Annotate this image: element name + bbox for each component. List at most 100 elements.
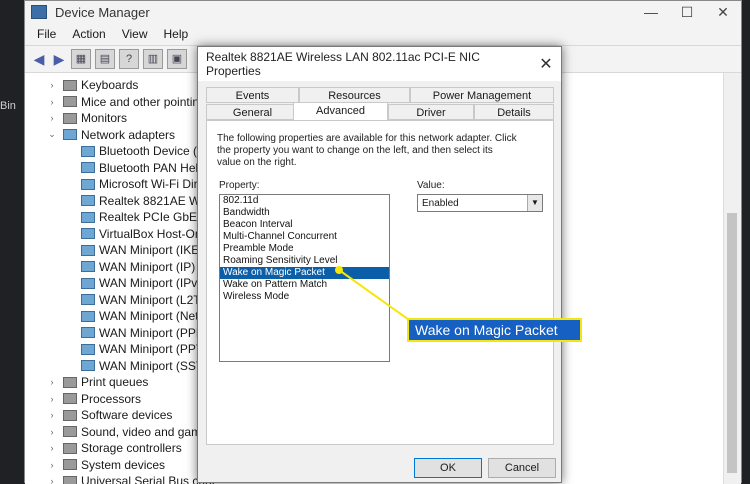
tree-item-label: WAN Miniport (Netw — [99, 309, 207, 323]
desktop-background: Bin — [0, 0, 24, 483]
chevron-right-icon[interactable]: › — [47, 394, 57, 404]
tree-device[interactable]: WAN Miniport (IPv6) — [81, 275, 208, 291]
chevron-right-icon[interactable]: › — [47, 113, 57, 123]
tree-item-label: Software devices — [81, 408, 172, 422]
tree-device[interactable]: WAN Miniport (SSTP — [81, 358, 211, 374]
tree-item-label: Sound, video and game — [81, 425, 208, 439]
tree-device[interactable]: WAN Miniport (IKEv — [81, 242, 205, 258]
tree-category[interactable]: ⌄Network adapters — [47, 127, 175, 143]
tree-item-label: WAN Miniport (SSTP — [99, 359, 211, 373]
property-item[interactable]: Bandwidth — [220, 207, 389, 219]
advanced-panel: The following properties are available f… — [206, 120, 554, 445]
forward-arrow-icon[interactable]: ▶ — [51, 51, 67, 68]
tree-item-label: Bluetooth PAN HelpT — [99, 161, 212, 175]
category-icon — [63, 129, 77, 140]
chevron-right-icon[interactable]: › — [47, 410, 57, 420]
dialog-title: Realtek 8821AE Wireless LAN 802.11ac PCI… — [206, 50, 531, 78]
chevron-down-icon[interactable]: ⌄ — [47, 129, 57, 140]
tree-device[interactable]: Microsoft Wi-Fi Dire — [81, 176, 204, 192]
tree-item-label: Processors — [81, 392, 141, 406]
tree-category[interactable]: › Processors — [47, 391, 141, 407]
chevron-right-icon[interactable]: › — [47, 427, 57, 437]
tree-device[interactable]: Bluetooth Device (RF — [81, 143, 213, 159]
tree-device[interactable]: WAN Miniport (Netw — [81, 308, 207, 324]
tree-device[interactable]: Bluetooth PAN HelpT — [81, 160, 212, 176]
chevron-down-icon[interactable]: ▼ — [527, 195, 542, 211]
property-item[interactable]: Preamble Mode — [220, 243, 389, 255]
menu-action[interactable]: Action — [64, 27, 113, 41]
show-hide-tree-icon[interactable]: ▦ — [71, 49, 91, 69]
menu-view[interactable]: View — [114, 27, 156, 41]
tree-category[interactable]: › Sound, video and game — [47, 424, 208, 440]
scrollbar-thumb[interactable] — [727, 213, 737, 473]
tree-category[interactable]: ›Keyboards — [47, 77, 138, 93]
property-item[interactable]: Wake on Magic Packet — [220, 267, 389, 279]
tree-item-label: WAN Miniport (PPPC — [99, 326, 213, 340]
dialog-close-button[interactable]: ✕ — [531, 54, 561, 74]
category-icon — [63, 113, 77, 124]
tree-item-label: WAN Miniport (IKEv — [99, 243, 205, 257]
category-icon — [63, 96, 77, 107]
tree-device[interactable]: WAN Miniport (PPTP — [81, 341, 211, 357]
value-dropdown[interactable]: Enabled ▼ — [417, 194, 543, 212]
network-adapter-icon — [81, 179, 95, 190]
cancel-button[interactable]: Cancel — [488, 458, 556, 478]
property-item[interactable]: Multi-Channel Concurrent — [220, 231, 389, 243]
property-label: Property: — [219, 180, 260, 191]
tree-category[interactable]: › Print queues — [47, 374, 148, 390]
minimize-button[interactable]: — — [633, 4, 669, 20]
menu-file[interactable]: File — [29, 27, 64, 41]
network-adapter-icon — [81, 327, 95, 338]
chevron-right-icon[interactable]: › — [47, 443, 57, 453]
tab-general[interactable]: General — [206, 104, 299, 120]
category-icon — [63, 377, 77, 388]
tab-power-management[interactable]: Power Management — [410, 87, 554, 103]
property-listbox[interactable]: 802.11dBandwidthBeacon IntervalMulti-Cha… — [219, 194, 390, 362]
tree-category[interactable]: › Storage controllers — [47, 440, 182, 456]
network-adapter-icon — [81, 360, 95, 371]
tab-driver[interactable]: Driver — [388, 104, 474, 120]
tree-device[interactable]: Realtek 8821AE Wire — [81, 193, 214, 209]
chevron-right-icon[interactable]: › — [47, 460, 57, 470]
tree-device[interactable]: VirtualBox Host-Only — [81, 226, 210, 242]
scan-hardware-icon[interactable]: ▣ — [167, 49, 187, 69]
tab-details[interactable]: Details — [474, 104, 554, 120]
property-item[interactable]: Wireless Mode — [220, 291, 389, 303]
category-icon — [63, 410, 77, 421]
tree-category[interactable]: ›Monitors — [47, 110, 127, 126]
tree-category[interactable]: ›System devices — [47, 457, 165, 473]
tree-device[interactable]: WAN Miniport (L2TP — [81, 292, 209, 308]
tree-item-label: Storage controllers — [81, 441, 182, 455]
tab-advanced[interactable]: Advanced — [293, 102, 388, 121]
chevron-right-icon[interactable]: › — [47, 80, 57, 90]
help-icon[interactable]: ? — [119, 49, 139, 69]
tree-device[interactable]: WAN Miniport (IP) — [81, 259, 195, 275]
properties-icon[interactable]: ▤ — [95, 49, 115, 69]
network-adapter-icon — [81, 212, 95, 223]
chevron-right-icon[interactable]: › — [47, 377, 57, 387]
tree-category[interactable]: ›Universal Serial Bus cont — [47, 473, 215, 484]
property-item[interactable]: Wake on Pattern Match — [220, 279, 389, 291]
ok-button[interactable]: OK — [414, 458, 482, 478]
chevron-right-icon[interactable]: › — [47, 97, 57, 107]
property-item[interactable]: Beacon Interval — [220, 219, 389, 231]
menu-help[interactable]: Help — [156, 27, 197, 41]
tree-item-label: WAN Miniport (IP) — [99, 260, 195, 274]
tree-item-label: WAN Miniport (L2TP — [99, 293, 209, 307]
action-pane-icon[interactable]: ▥ — [143, 49, 163, 69]
property-item[interactable]: Roaming Sensitivity Level — [220, 255, 389, 267]
tab-resources[interactable]: Resources — [299, 87, 410, 103]
tree-item-label: Print queues — [81, 375, 148, 389]
window-title: Device Manager — [55, 5, 150, 20]
maximize-button[interactable]: ☐ — [669, 4, 705, 21]
dialog-title-bar: Realtek 8821AE Wireless LAN 802.11ac PCI… — [198, 47, 561, 81]
tree-device[interactable]: WAN Miniport (PPPC — [81, 325, 213, 341]
tree-category[interactable]: › Software devices — [47, 407, 172, 423]
back-arrow-icon[interactable]: ◀ — [31, 51, 47, 68]
close-window-button[interactable]: ✕ — [705, 4, 741, 21]
property-item[interactable]: 802.11d — [220, 195, 389, 207]
network-adapter-icon — [81, 344, 95, 355]
tree-scrollbar[interactable] — [723, 73, 741, 484]
tab-events[interactable]: Events — [206, 87, 299, 103]
tree-category[interactable]: ›Mice and other pointing — [47, 94, 206, 110]
